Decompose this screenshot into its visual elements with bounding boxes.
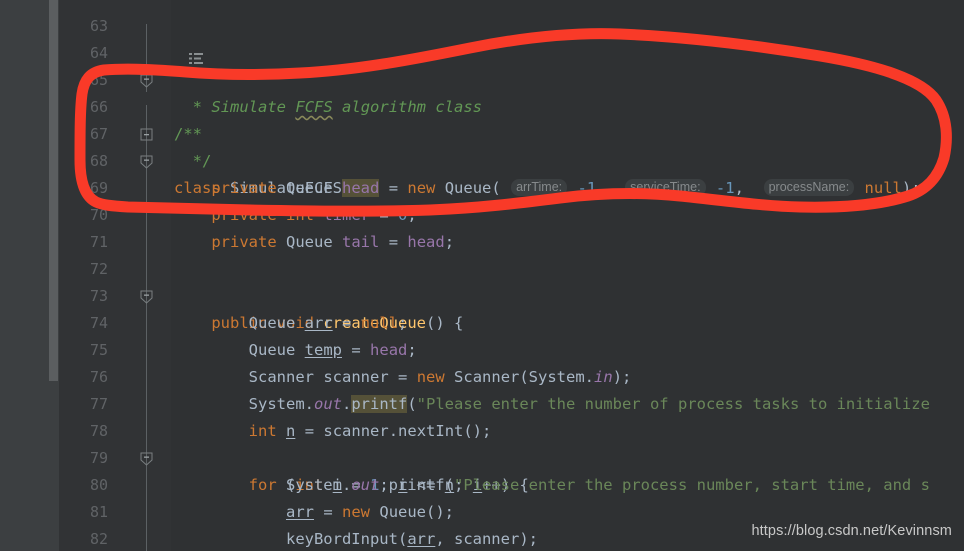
- reformat-changes-icon[interactable]: [114, 20, 203, 64]
- code-line-68[interactable]: 68 private Queue head = new Queue( arrTi…: [62, 121, 964, 197]
- code-line-71[interactable]: 71: [62, 202, 964, 251]
- code-line-73[interactable]: 73 Queue arr = null;: [62, 256, 964, 332]
- code-line-81[interactable]: 81 keyBordInput(arr, scanner);: [62, 472, 964, 548]
- code-line-64[interactable]: 64 /**: [62, 13, 964, 143]
- code-line-63[interactable]: 63: [62, 0, 964, 35]
- code-line-74[interactable]: 74 Queue temp = head;: [62, 283, 964, 359]
- code-line-84-clipped[interactable]: 84 temp = arr;: [62, 540, 964, 551]
- fold-arrow-icon-expanded-comment[interactable]: [140, 20, 153, 88]
- fold-marker-icon-comment-end[interactable]: [140, 74, 153, 141]
- code-line-78[interactable]: 78 for (int i = 1; i <= n; i++) {: [62, 391, 964, 494]
- code-line-72[interactable]: 72 public void createQueue() {: [62, 229, 964, 332]
- fold-arrow-icon-expanded-method[interactable]: [140, 236, 153, 304]
- code-line-75[interactable]: 75 Scanner scanner = new Scanner(System.…: [62, 310, 964, 386]
- code-line-70[interactable]: 70 private Queue tail = head;: [62, 175, 964, 251]
- code-line-69[interactable]: 69 private int timer = 0;: [62, 148, 964, 224]
- fold-arrow-icon-expanded-class[interactable]: [140, 101, 153, 169]
- code-editor-area[interactable]: 63 64 /** 65 * Simulate FCFS algorithm c…: [62, 0, 964, 551]
- vertical-scrollbar-thumb[interactable]: [49, 0, 58, 381]
- editor-left-rail: [0, 0, 48, 551]
- watermark-url: https://blog.csdn.net/Kevinnsm: [751, 523, 952, 539]
- fold-arrow-icon-expanded-for[interactable]: [140, 398, 153, 466]
- code-line-82[interactable]: 82 calTime(arr);: [62, 499, 964, 548]
- code-line-65[interactable]: 65 * Simulate FCFS algorithm class: [62, 40, 964, 116]
- code-line-80[interactable]: 80 arr = new Queue();: [62, 445, 964, 521]
- code-line-76[interactable]: 76 System.out.printf("Please enter the n…: [62, 337, 964, 413]
- code-line-77[interactable]: 77 int n = scanner.nextInt();: [62, 364, 964, 440]
- code-line-66[interactable]: 66 */: [62, 67, 964, 170]
- ide-editor-screenshot: 63 64 /** 65 * Simulate FCFS algorithm c…: [0, 0, 964, 551]
- code-line-79[interactable]: 79 System.out.printf("Please enter the p…: [62, 418, 964, 494]
- code-line-67[interactable]: 67 class SimulateFCFS {: [62, 94, 964, 197]
